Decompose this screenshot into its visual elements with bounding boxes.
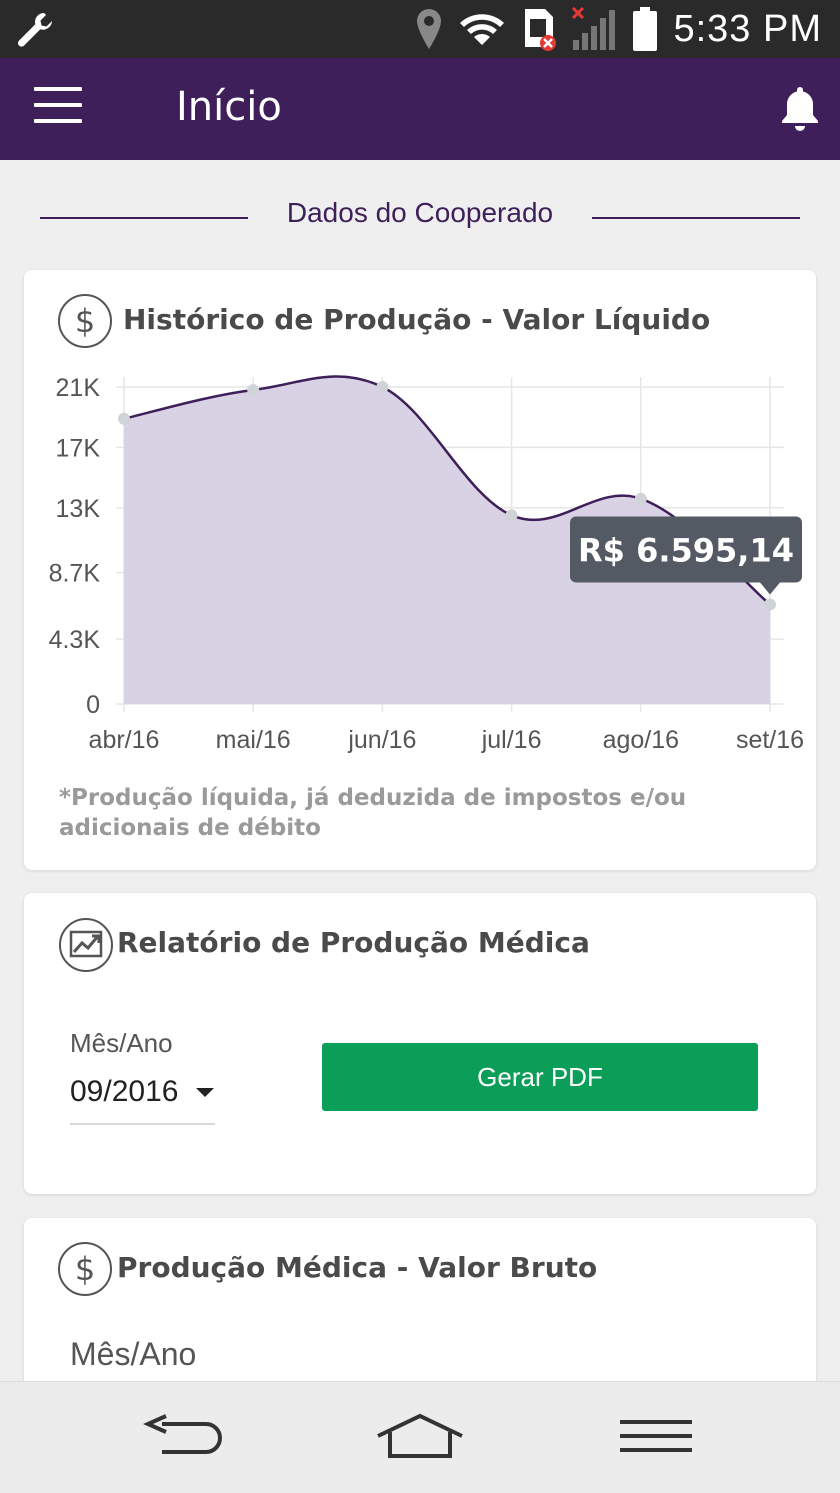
navigation-bar [0, 1381, 840, 1493]
data-point [634, 492, 647, 505]
report-card: Relatório de Produção Médica Mês/Ano 09/… [24, 893, 816, 1194]
y-tick-label: 21K [56, 374, 101, 402]
caret-down-icon [196, 1088, 214, 1097]
section-header: Dados do Cooperado [0, 190, 840, 240]
signal-icon [572, 6, 616, 50]
x-tick-label: abr/16 [89, 726, 160, 754]
card-title: Produção Médica - Valor Bruto [117, 1251, 598, 1284]
tooltip-arrow [760, 582, 780, 595]
generate-pdf-button[interactable]: Gerar PDF [322, 1043, 758, 1111]
data-point [247, 384, 260, 397]
data-point [764, 598, 776, 611]
x-tick-label: ago/16 [603, 726, 679, 754]
x-tick-label: set/16 [736, 726, 804, 754]
y-tick-label: 4.3K [49, 626, 101, 654]
month-label: Mês/Ano [70, 1336, 197, 1372]
production-history-card: $ Histórico de Produção - Valor Líquido … [24, 270, 816, 870]
x-tick-label: mai/16 [216, 726, 291, 754]
data-point [118, 412, 130, 425]
production-chart: 0 4.3K 8.7K 13K 17K 21K abr/16 mai/16 jun/16 jul/… [49, 374, 804, 754]
status-bar: 5:33 PM [0, 0, 840, 58]
home-icon[interactable] [374, 1412, 466, 1460]
status-time: 5:33 PM [673, 7, 822, 50]
month-label: Mês/Ano [70, 1028, 173, 1058]
divider [592, 217, 800, 219]
wifi-icon [460, 14, 505, 45]
card-title: Histórico de Produção - Valor Líquido [123, 303, 711, 336]
data-point [376, 381, 389, 393]
trending-chart-icon [59, 918, 113, 972]
y-tick-label: 13K [56, 495, 101, 523]
card-title: Relatório de Produção Médica [117, 926, 590, 959]
sim-error-icon [525, 9, 557, 51]
battery-icon [633, 7, 658, 51]
y-tick-label: 17K [56, 434, 101, 462]
dollar-icon: $ [58, 294, 112, 348]
month-value: 09/2016 [70, 1075, 179, 1108]
bell-icon[interactable] [778, 84, 822, 132]
x-tick-label: jul/16 [481, 726, 542, 754]
dollar-icon: $ [58, 1242, 112, 1296]
location-icon [417, 9, 442, 49]
app-bar: Início [0, 58, 840, 160]
recent-apps-icon[interactable] [618, 1412, 694, 1460]
month-select[interactable]: 09/2016 [70, 1073, 215, 1125]
section-title: Dados do Cooperado [286, 197, 554, 228]
x-tick-label: jun/16 [347, 726, 416, 754]
page-title: Início [176, 84, 282, 130]
chart-footnote: *Produção líquida, já deduzida de impost… [59, 785, 687, 841]
y-tick-label: 8.7K [49, 560, 101, 588]
y-tick-label: 0 [86, 691, 100, 719]
back-icon[interactable] [142, 1412, 228, 1460]
tooltip-value: R$ 6.595,14 [578, 531, 794, 569]
data-point [505, 509, 518, 522]
wrench-icon [17, 13, 52, 47]
menu-icon[interactable] [34, 87, 82, 127]
